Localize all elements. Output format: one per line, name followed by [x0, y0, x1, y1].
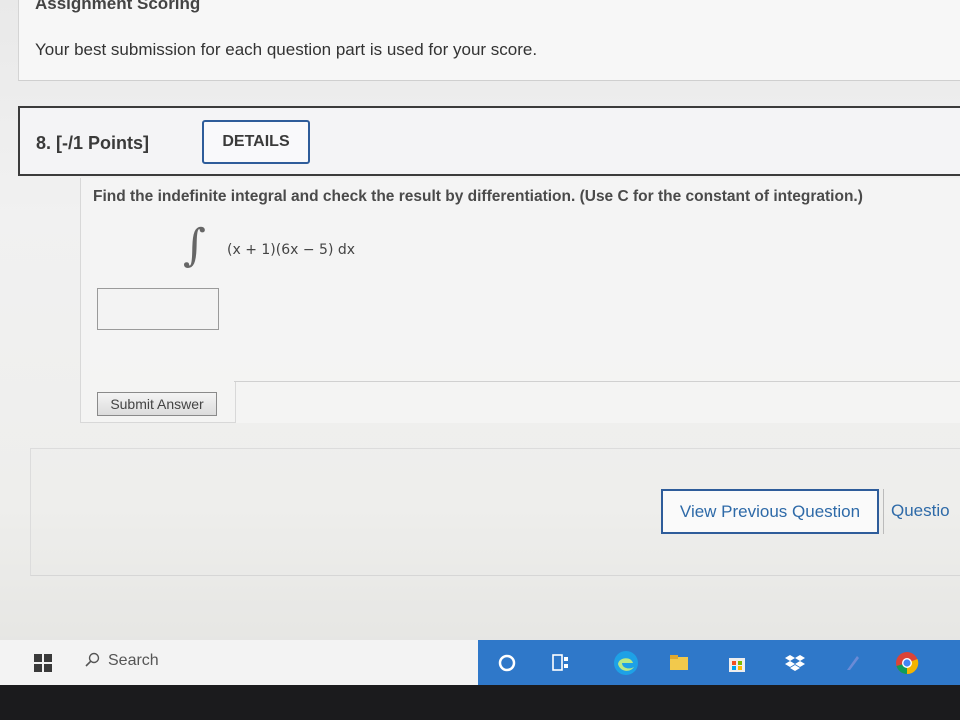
file-explorer-icon[interactable] [668, 652, 690, 674]
question-number-points: 8. [-/1 Points] [36, 133, 150, 153]
taskbar-search[interactable]: Search [84, 652, 159, 670]
assignment-scoring-panel: Assignment Scoring Your best submission … [18, 0, 960, 81]
details-button[interactable]: DETAILS [202, 120, 310, 164]
chrome-icon[interactable] [894, 650, 920, 676]
windows-logo-icon[interactable] [34, 654, 52, 672]
windows-taskbar: Search [0, 640, 960, 685]
submit-area: Submit Answer [81, 382, 236, 423]
view-previous-question-button[interactable]: View Previous Question [661, 489, 879, 534]
task-view-icon[interactable] [550, 652, 572, 674]
cortana-icon[interactable] [496, 652, 518, 674]
store-icon[interactable] [726, 652, 748, 674]
search-icon [85, 652, 100, 667]
answer-input[interactable] [97, 288, 219, 330]
edge-icon[interactable] [612, 649, 640, 677]
search-label: Search [108, 652, 159, 669]
question-instruction: Find the indefinite integral and check t… [93, 188, 863, 205]
divider [234, 381, 960, 382]
question-header: 8. [-/1 Points] DETAILS [18, 106, 960, 176]
integrand-expression: (x + 1)(6x − 5) dx [227, 242, 356, 258]
integral-sign: ∫ [183, 220, 206, 271]
screen-bezel [0, 685, 960, 720]
submit-answer-button[interactable]: Submit Answer [97, 392, 217, 416]
assignment-scoring-description: Your best submission for each question p… [35, 40, 538, 59]
taskbar-apps [478, 640, 960, 685]
dropbox-icon[interactable] [784, 652, 806, 674]
question-body: Find the indefinite integral and check t… [80, 178, 960, 423]
app-icon[interactable] [842, 652, 864, 674]
next-question-link[interactable]: Questio [883, 489, 960, 534]
assignment-scoring-title: Assignment Scoring [35, 0, 201, 13]
